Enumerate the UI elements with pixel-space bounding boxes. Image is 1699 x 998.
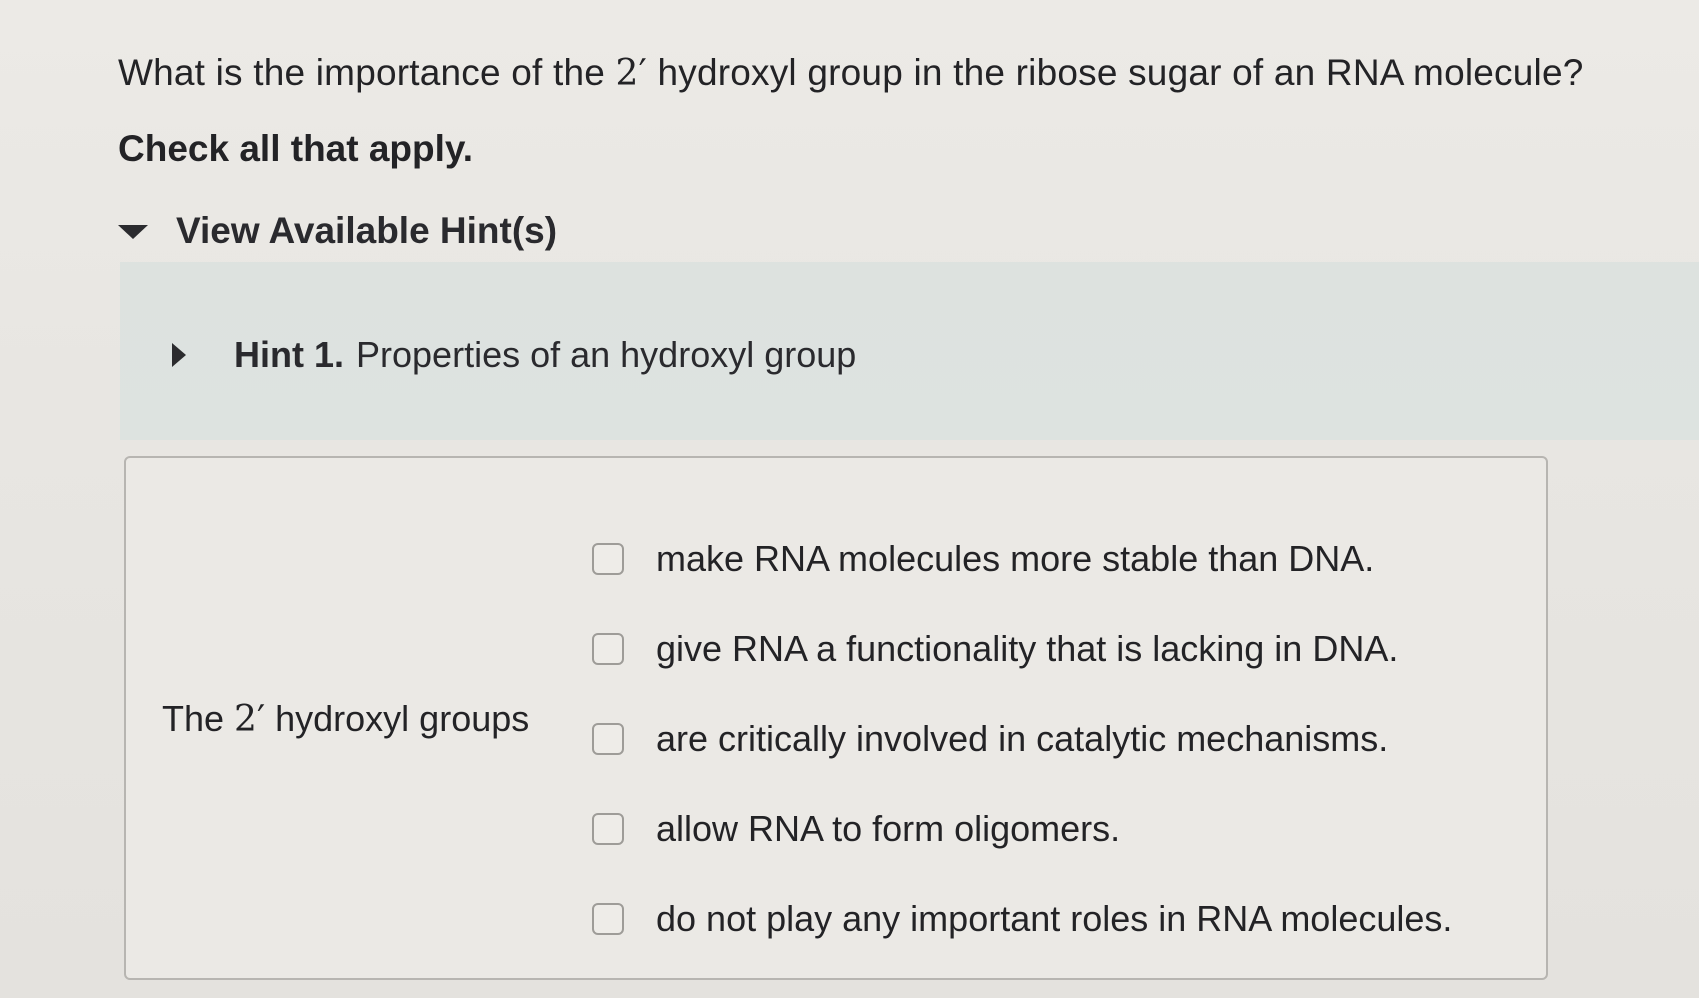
option-3[interactable]: are critically involved in catalytic mec… (592, 694, 1452, 784)
option-5-checkbox[interactable] (592, 903, 624, 935)
answer-stem: The 2′ hydroxyl groups (162, 698, 529, 740)
hint-title: Properties of an hydroxyl group (356, 334, 857, 375)
option-2-checkbox[interactable] (592, 633, 624, 665)
option-2[interactable]: give RNA a functionality that is lacking… (592, 604, 1452, 694)
instruction-text: Check all that apply. (118, 128, 474, 169)
stem-text-start: The (162, 698, 235, 739)
hint-number: Hint 1. (234, 334, 345, 375)
option-2-label[interactable]: give RNA a functionality that is lacking… (656, 628, 1398, 670)
option-5[interactable]: do not play any important roles in RNA m… (592, 874, 1452, 964)
page: What is the importance of the 2′ hydroxy… (0, 0, 1699, 998)
option-3-label[interactable]: are critically involved in catalytic mec… (656, 718, 1388, 760)
option-5-label[interactable]: do not play any important roles in RNA m… (656, 898, 1452, 940)
option-4-checkbox[interactable] (592, 813, 624, 845)
options-list: make RNA molecules more stable than DNA.… (592, 514, 1452, 964)
hint-panel: Hint 1. Properties of an hydroxyl group (120, 262, 1699, 440)
option-1-label[interactable]: make RNA molecules more stable than DNA. (656, 538, 1374, 580)
stem-text-end: hydroxyl groups (265, 698, 530, 739)
hint-1-toggle[interactable]: Hint 1. Properties of an hydroxyl group (172, 334, 856, 376)
stem-math: 2′ (234, 699, 266, 740)
option-1-checkbox[interactable] (592, 543, 624, 575)
question-text-end: hydroxyl group in the ribose sugar of an… (647, 52, 1584, 93)
view-hints-label: View Available Hint(s) (176, 210, 558, 251)
question-text: What is the importance of the 2′ hydroxy… (118, 52, 1584, 94)
caret-right-icon (172, 343, 186, 367)
option-4-label[interactable]: allow RNA to form oligomers. (656, 808, 1120, 850)
question-math: 2′ (615, 53, 647, 94)
answer-box: The 2′ hydroxyl groups make RNA molecule… (124, 456, 1548, 980)
question-text-start: What is the importance of the (118, 52, 616, 93)
option-3-checkbox[interactable] (592, 723, 624, 755)
option-4[interactable]: allow RNA to form oligomers. (592, 784, 1452, 874)
view-hints-toggle[interactable]: View Available Hint(s) (118, 210, 557, 252)
caret-down-icon (118, 225, 148, 239)
option-1[interactable]: make RNA molecules more stable than DNA. (592, 514, 1452, 604)
